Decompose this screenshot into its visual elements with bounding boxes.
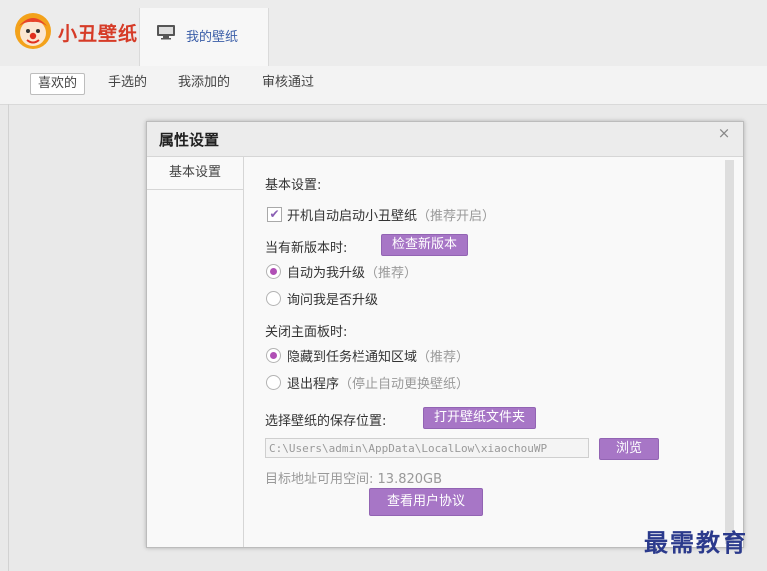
subtab-liked[interactable]: 喜欢的	[30, 73, 86, 95]
sidebar-item-basic-settings[interactable]: 基本设置	[147, 157, 243, 190]
view-agreement-button[interactable]: 查看用户协议	[369, 488, 483, 516]
exit-program-radio[interactable]	[266, 375, 281, 390]
browse-button[interactable]: 浏览	[599, 438, 659, 460]
open-folder-button[interactable]: 打开壁纸文件夹	[423, 407, 536, 429]
close-panel-label: 关闭主面板时:	[265, 325, 348, 340]
close-icon[interactable]: ×	[713, 124, 735, 144]
autostart-label: 开机自动启动小丑壁纸（推荐开启）	[287, 209, 496, 224]
tab-my-wallpaper-label: 我的壁纸	[186, 30, 239, 45]
subtab-added[interactable]: 我添加的	[171, 73, 237, 93]
save-path-field[interactable]: C:\Users\admin\AppData\LocalLow\xiaochou…	[265, 438, 589, 458]
autostart-checkbox[interactable]: ✔	[267, 207, 282, 222]
free-space-text: 目标地址可用空间: 13.820GB	[265, 472, 443, 487]
hide-to-tray-radio[interactable]	[266, 348, 281, 363]
save-location-label: 选择壁纸的保存位置:	[265, 414, 387, 429]
monitor-icon	[157, 25, 175, 40]
new-version-label: 当有新版本时:	[265, 241, 348, 256]
subtab-approved[interactable]: 审核通过	[255, 73, 321, 93]
dialog-header: 属性设置 ×	[147, 122, 743, 157]
dialog-title: 属性设置	[159, 131, 220, 149]
exit-program-label: 退出程序（停止自动更换壁纸）	[287, 377, 470, 392]
basic-settings-heading: 基本设置:	[265, 178, 322, 193]
auto-upgrade-label: 自动为我升级（推荐）	[287, 266, 418, 281]
ask-upgrade-radio[interactable]	[266, 291, 281, 306]
brand-name: 小丑壁纸	[58, 23, 139, 45]
auto-upgrade-radio[interactable]	[266, 264, 281, 279]
dialog-scrollbar[interactable]	[725, 160, 734, 544]
ask-upgrade-label: 询问我是否升级	[287, 293, 379, 308]
properties-dialog: 属性设置 × 基本设置 基本设置: ✔ 开机自动启动小丑壁纸（推荐开启） 当有新…	[146, 121, 744, 548]
sub-tab-bar: 喜欢的 手选的 我添加的 审核通过	[0, 66, 767, 105]
top-bar: 小丑壁纸 我的壁纸	[0, 0, 767, 67]
subtab-handpicked[interactable]: 手选的	[101, 73, 154, 93]
watermark-text: 最需教育	[644, 528, 748, 557]
dialog-content: 基本设置: ✔ 开机自动启动小丑壁纸（推荐开启） 当有新版本时: 检查新版本 自…	[265, 172, 725, 542]
hide-to-tray-label: 隐藏到任务栏通知区域（推荐）	[287, 350, 470, 365]
check-update-button[interactable]: 检查新版本	[381, 234, 468, 256]
tab-my-wallpaper[interactable]: 我的壁纸	[139, 8, 269, 66]
clown-logo-icon	[15, 13, 51, 49]
left-divider	[8, 104, 9, 571]
dialog-sidebar: 基本设置	[147, 157, 244, 547]
